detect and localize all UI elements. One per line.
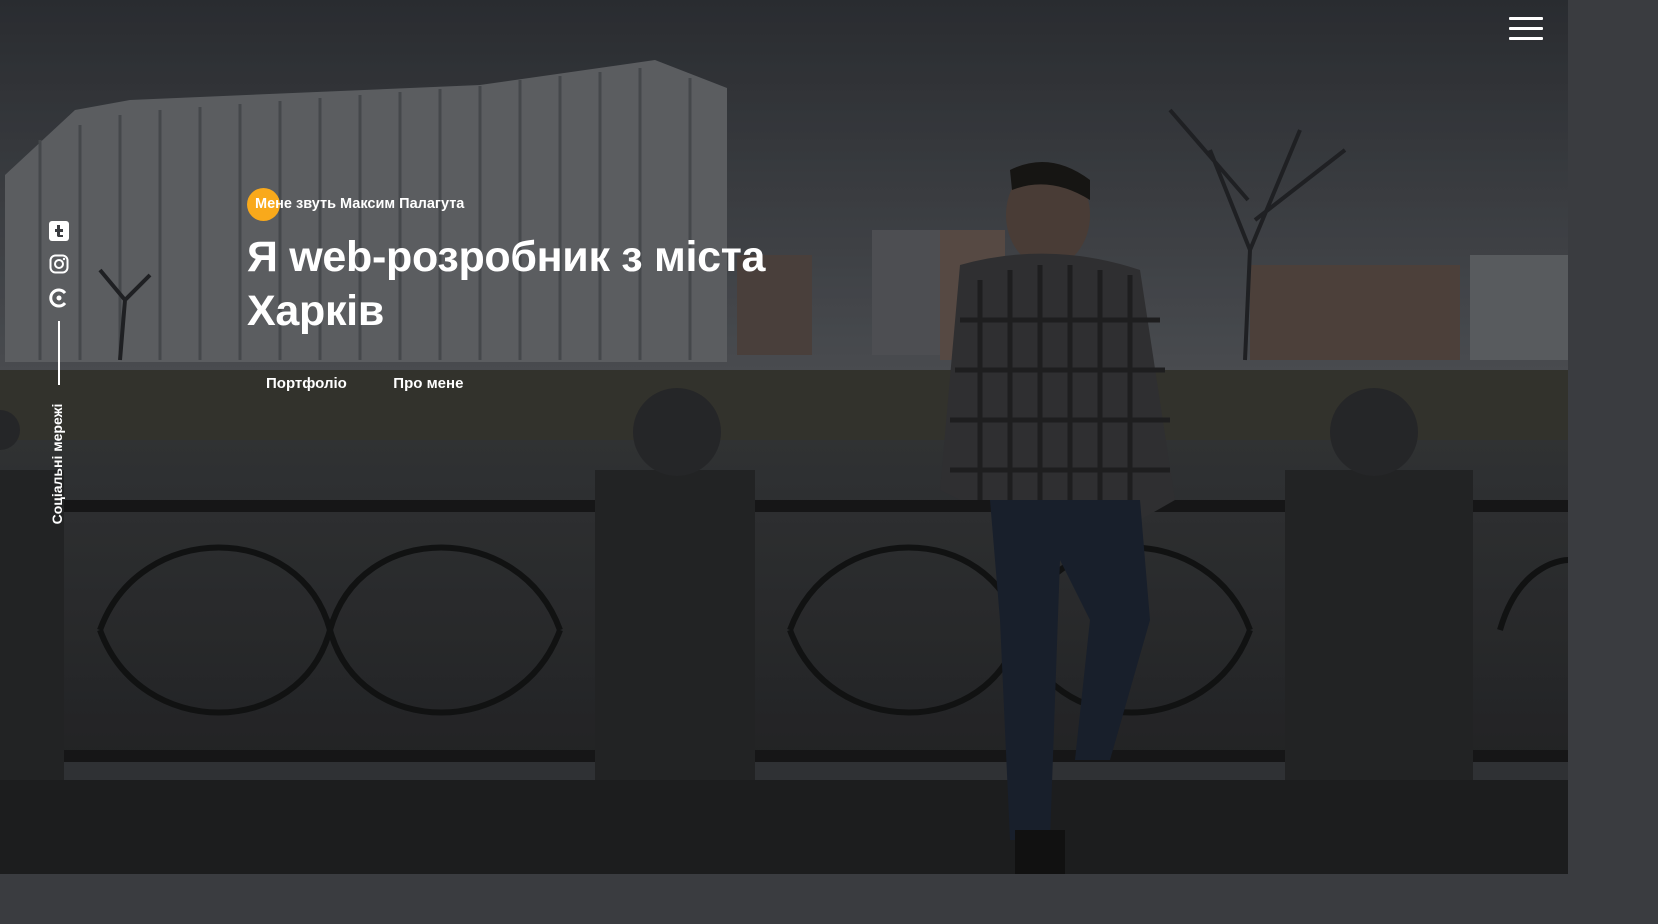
menu-bar — [1509, 27, 1543, 30]
social-links: Соціальні мережі — [47, 219, 71, 529]
hero-section: Мене звуть Максим Палагута Я web-розробн… — [247, 186, 767, 392]
codepen-icon[interactable] — [49, 288, 69, 308]
intro-text: Мене звуть Максим Палагута — [255, 196, 465, 212]
hero-nav: Портфоліо Про мене — [266, 375, 505, 393]
instagram-icon[interactable] — [49, 254, 69, 274]
menu-bar — [1509, 37, 1543, 40]
intro-line: Мене звуть Максим Палагута — [247, 186, 767, 222]
portfolio-link[interactable]: Портфоліо — [266, 375, 347, 392]
tumblr-icon[interactable] — [49, 221, 69, 241]
background-dim-overlay — [0, 0, 1568, 874]
about-link[interactable]: Про мене — [393, 375, 463, 392]
menu-bar — [1509, 17, 1543, 20]
social-divider — [58, 321, 60, 385]
hamburger-menu-icon[interactable] — [1509, 17, 1543, 41]
page-title: Я web-розробник з міста Харків — [247, 233, 766, 335]
social-label: Соціальні мережі — [49, 403, 65, 525]
